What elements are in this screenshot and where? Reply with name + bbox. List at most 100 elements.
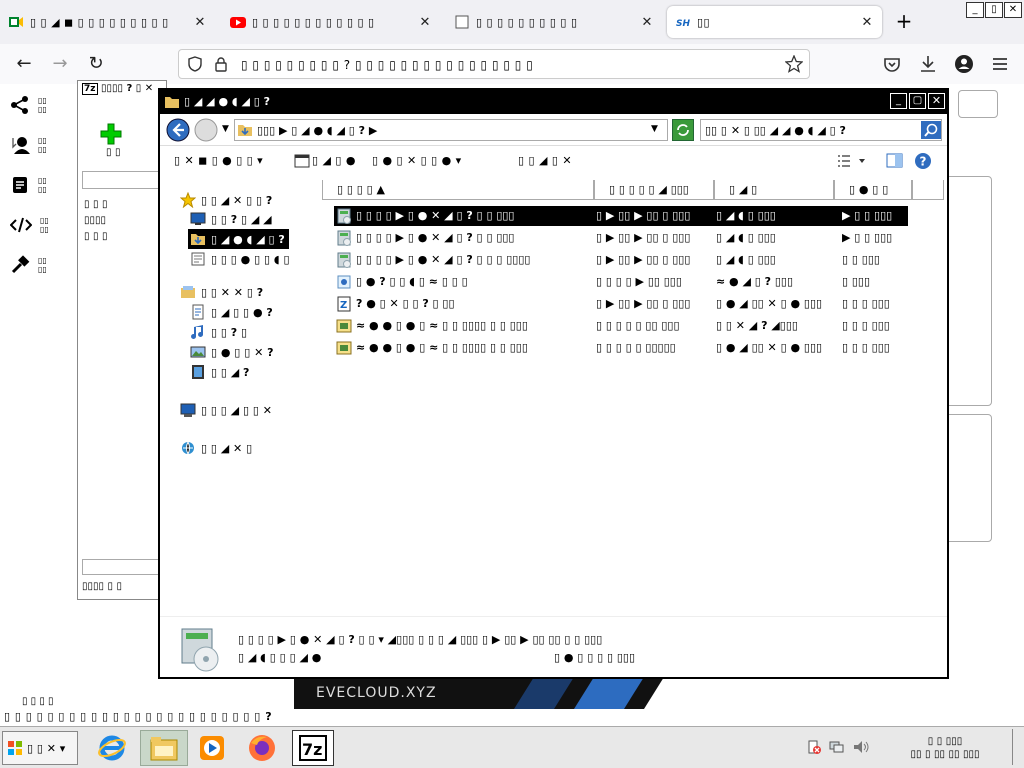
minimize-button[interactable]: _: [966, 2, 984, 18]
forward-arrow-icon[interactable]: →: [48, 52, 72, 76]
open-button[interactable]: ▯ ◢ ▯ ●: [312, 154, 356, 167]
sidebar-item-share[interactable]: ▯▯ ▯▯: [10, 90, 70, 120]
account-icon[interactable]: [952, 52, 976, 76]
url-bar[interactable]: ▯ ▯ ▯ ▯ ▯ ▯ ▯ ▯ ▯ ? ▯ ▯ ▯ ▯ ▯ ▯ ▯ ▯ ▯ ▯ …: [178, 49, 810, 79]
search-icon[interactable]: [921, 121, 941, 139]
reload-icon[interactable]: ↻: [84, 52, 108, 76]
back-arrow-icon[interactable]: ←: [12, 52, 36, 76]
network-tray-icon[interactable]: [828, 739, 844, 755]
volume-icon[interactable]: [852, 739, 870, 755]
column-header-size[interactable]: ▯ ● ▯ ▯: [834, 180, 912, 200]
clock[interactable]: ▯ ▯ ▯▯▯ ▯▯ ▯ ▯▯ ▯▯ ▯▯▯: [900, 735, 990, 761]
minimize-button[interactable]: _: [890, 93, 907, 109]
nav-item[interactable]: ▯ ▯ ? ▯: [188, 322, 251, 342]
maximize-button[interactable]: ▯: [985, 2, 1003, 18]
sidebar-item-group[interactable]: ▯▯ ▯▯: [10, 130, 70, 160]
explorer-window[interactable]: ▯ ◢ ◢ ● ◖ ◢ ▯ ? _ ▢ ✕ ▼ ▯▯▯ ▶ ▯ ◢ ● ◖ ◢ …: [158, 88, 949, 679]
address-bar[interactable]: ▯▯▯ ▶ ▯ ◢ ● ◖ ◢ ▯ ? ▶ ▼: [234, 119, 668, 141]
firefox-icon[interactable]: [242, 730, 282, 766]
file-size: ▯ ▯▯▯: [842, 275, 871, 288]
clock-date: ▯▯ ▯ ▯▯ ▯▯ ▯▯▯: [910, 749, 980, 760]
address-dropdown-icon[interactable]: ▼: [651, 124, 658, 134]
close-button[interactable]: ✕: [928, 93, 945, 109]
pocket-icon[interactable]: [880, 52, 904, 76]
maximize-button[interactable]: ▢: [909, 93, 926, 109]
back-arrow-icon[interactable]: [166, 118, 190, 142]
sidebar-item-code[interactable]: ▯▯ ▯▯: [10, 210, 70, 240]
explorer-title-bar[interactable]: ▯ ◢ ◢ ● ◖ ◢ ▯ ? _ ▢ ✕: [160, 90, 947, 114]
table-row[interactable]: Z ? ● ▯ ✕ ▯ ▯ ? ▯ ▯▯ ▯ ▶ ▯▯ ▶ ▯▯ ▯ ▯▯▯ ▯ ● …: [334, 294, 908, 314]
browser-tab[interactable]: ▯ ▯ ◢ ◼ ▯ ▯ ▯ ▯ ▯ ▯ ▯ ▯ ▯ ✕: [0, 6, 215, 38]
media-player-icon[interactable]: [192, 730, 232, 766]
view-options-icon[interactable]: [836, 152, 866, 170]
column-header-name[interactable]: ▯ ▯ ▯ ▯ ▲: [322, 180, 594, 200]
nav-item[interactable]: ▯ ◢ ▯ ▯ ● ?: [188, 302, 277, 322]
show-desktop-button[interactable]: [1012, 729, 1022, 765]
start-button[interactable]: ▯ ▯ ✕ ▾: [2, 731, 78, 765]
table-row[interactable]: ▯ ▯ ▯ ▯ ▶ ▯ ● ✕ ◢ ▯ ? ▯ ▯ ▯▯▯ ▯ ▶ ▯▯ ▶ ▯▯…: [334, 228, 908, 248]
nav-item[interactable]: ▯ ▯ ▯ ◢ ▯ ▯ ✕: [178, 400, 276, 420]
tab-close-icon[interactable]: ✕: [193, 15, 207, 30]
group-icon: [10, 135, 30, 155]
file-type: ▯ ◢ ◖ ▯ ▯▯▯: [716, 253, 776, 266]
nav-item[interactable]: ▯ ▯ ? ▯ ◢ ◢: [188, 209, 276, 229]
downloads-icon[interactable]: [916, 52, 940, 76]
lock-icon[interactable]: [213, 56, 229, 72]
browser-tab[interactable]: ▯ ▯ ▯ ▯ ▯ ▯ ▯ ▯ ▯ ▯ ✕: [446, 6, 662, 38]
new-folder-button[interactable]: ▯ ▯ ◢ ▯ ✕: [518, 154, 572, 167]
sidebar-item-docs[interactable]: ▯▯ ▯▯: [10, 170, 70, 200]
list-item[interactable]: ▯▯▯▯: [84, 215, 106, 226]
sidebar-item-label: ▯▯ ▯▯: [38, 136, 47, 154]
nav-item[interactable]: ▯ ● ▯ ▯ ✕ ?: [188, 342, 278, 362]
page-search-input[interactable]: [958, 90, 998, 118]
table-row[interactable]: ≈ ● ● ▯ ● ▯ ≈ ▯ ▯ ▯▯▯▯ ▯ ▯ ▯▯▯ ▯ ▯ ▯ ▯ ▯ …: [334, 316, 908, 336]
nav-item[interactable]: ▯ ▯ ◢ ✕ ▯: [178, 438, 256, 458]
tab-close-icon[interactable]: ✕: [860, 15, 874, 30]
nav-item[interactable]: ▯ ▯ ◢ ?: [188, 362, 253, 382]
tab-close-icon[interactable]: ✕: [640, 15, 654, 30]
menu-icon[interactable]: [988, 52, 1012, 76]
new-tab-button[interactable]: +: [890, 9, 918, 35]
refresh-icon[interactable]: [672, 119, 694, 141]
tab-close-icon[interactable]: ✕: [418, 15, 432, 30]
list-item[interactable]: ▯ ▯ ▯: [84, 199, 107, 210]
promo-banner[interactable]: EVECLOUD.XYZ: [294, 677, 770, 709]
clock-time: ▯ ▯ ▯▯▯: [927, 736, 963, 747]
browser-tab-active[interactable]: SH ▯▯ ✕: [667, 6, 882, 38]
column-header-date[interactable]: ▯ ▯ ▯ ▯ ▯ ◢ ▯▯▯: [594, 180, 714, 200]
forward-arrow-icon[interactable]: [194, 118, 218, 142]
table-row[interactable]: ≈ ● ● ▯ ● ▯ ≈ ▯ ▯ ▯▯▯▯ ▯ ▯ ▯▯▯ ▯ ▯ ▯ ▯ ▯ …: [334, 338, 908, 358]
horizontal-scrollbar[interactable]: [82, 559, 162, 575]
browser-tab[interactable]: ▯ ▯ ▯ ▯ ▯ ▯ ▯ ▯ ▯ ▯ ▯ ▯ ✕: [222, 6, 440, 38]
shield-icon[interactable]: [187, 56, 203, 72]
column-header-type[interactable]: ▯ ◢ ▯: [714, 180, 834, 200]
preview-pane-icon[interactable]: [886, 152, 904, 170]
table-row[interactable]: ▯ ▯ ▯ ▯ ▶ ▯ ● ✕ ◢ ▯ ? ▯ ▯ ▯▯▯ ▯ ▶ ▯▯ ▶ ▯▯…: [334, 206, 908, 226]
help-icon[interactable]: ?: [914, 152, 932, 170]
sidebar-item-tools[interactable]: ▯▯ ▯▯: [10, 250, 70, 280]
history-dropdown-icon[interactable]: ▼: [222, 124, 229, 134]
ie-icon[interactable]: [92, 730, 132, 766]
column-header-extra[interactable]: [912, 180, 944, 200]
nav-item[interactable]: ▯ ◢ ● ◖ ◢ ▯ ?: [188, 229, 289, 249]
network-icon: [180, 440, 196, 456]
share-with-menu[interactable]: ▯ ● ▯ ✕ ▯ ▯ ● ▾: [372, 154, 461, 167]
list-item[interactable]: ▯ ▯ ▯: [84, 231, 107, 242]
organize-menu[interactable]: ▯ ✕ ◼ ▯ ● ▯ ▯ ▾: [174, 154, 263, 167]
search-input[interactable]: ▯▯ ▯ ✕ ▯ ▯▯ ◢ ◢ ● ◖ ◢ ▯ ?: [700, 119, 942, 141]
table-row[interactable]: ▯ ● ? ▯ ▯ ◖ ▯ ≈ ▯ ▯ ▯ ▯ ▯ ▯ ▯ ▶ ▯▯ ▯▯▯ ≈ ●…: [334, 272, 908, 292]
file-name: ? ● ▯ ✕ ▯ ▯ ? ▯ ▯▯: [356, 297, 455, 310]
bookmark-star-icon[interactable]: [785, 55, 803, 73]
7zip-window[interactable]: 7z ▯▯▯▯ ? ▯ ✕ ▯ ▯ ▯ ▯ ▯ ▯▯▯▯ ▯ ▯ ▯ ▯▯▯▯ …: [77, 80, 167, 600]
nav-item[interactable]: ▯ ▯ ◢ ✕ ▯ ▯ ?: [178, 190, 276, 210]
nav-item[interactable]: ▯ ▯ ✕ ✕ ▯ ?: [178, 282, 267, 302]
table-row[interactable]: ▯ ▯ ▯ ▯ ▶ ▯ ● ✕ ◢ ▯ ? ▯ ▯ ▯ ▯▯▯▯ ▯ ▶ ▯▯ ▶…: [334, 250, 908, 270]
nav-item[interactable]: ▯ ▯ ▯ ● ▯ ▯ ◖ ▯: [188, 249, 294, 269]
explorer-icon[interactable]: [140, 730, 188, 766]
7zip-address-bar[interactable]: [82, 171, 162, 189]
add-button[interactable]: [100, 123, 122, 145]
action-center-icon[interactable]: [806, 739, 822, 755]
close-window-button[interactable]: ✕: [1004, 2, 1022, 18]
page-footer-text: ▯ ▯ ▯ ▯ ▯ ▯ ▯ ▯ ▯ ▯ ▯ ▯ ▯ ▯ ▯ ▯ ▯ ▯ ▯ ▯ …: [4, 710, 273, 723]
7zip-icon[interactable]: 7z: [292, 730, 334, 766]
